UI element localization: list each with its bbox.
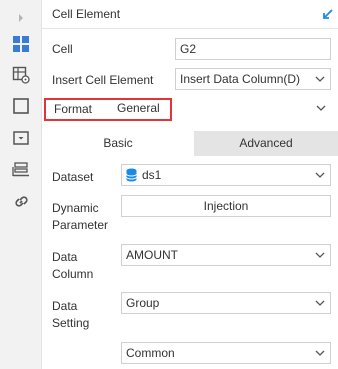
- cell-element-icon[interactable]: [11, 34, 31, 54]
- expand-arrow-icon[interactable]: [11, 8, 31, 28]
- panel-title: Cell Element: [52, 7, 121, 21]
- format-highlight-box: [44, 98, 172, 121]
- chevron-down-icon: [315, 252, 325, 258]
- tab-basic[interactable]: Basic: [42, 131, 194, 156]
- chevron-down-icon: [315, 350, 325, 356]
- cell-attribute-icon[interactable]: [11, 65, 31, 85]
- dataset-select[interactable]: ds1: [121, 164, 331, 186]
- insert-cell-element-label: Insert Cell Element: [52, 73, 154, 87]
- data-setting-select[interactable]: Group: [121, 292, 331, 314]
- popup-icon[interactable]: [11, 128, 31, 148]
- report-list-icon[interactable]: [11, 160, 31, 180]
- data-column-select[interactable]: AMOUNT: [121, 244, 331, 266]
- common-value: Common: [126, 346, 175, 360]
- settings-tabs: Basic Advanced: [42, 131, 338, 156]
- tab-advanced[interactable]: Advanced: [194, 131, 338, 156]
- dataset-label: Dataset: [52, 170, 94, 184]
- data-column-value: AMOUNT: [126, 248, 178, 262]
- widget-icon[interactable]: [11, 96, 31, 116]
- insert-cell-element-select[interactable]: Insert Data Column(D): [175, 68, 331, 90]
- database-icon: [126, 168, 137, 182]
- cell-input[interactable]: G2: [175, 38, 331, 60]
- insert-cell-element-value: Insert Data Column(D): [180, 72, 301, 86]
- data-setting-value: Group: [126, 296, 160, 310]
- cell-label: Cell: [52, 42, 73, 56]
- left-icon-rail: [0, 0, 42, 369]
- data-setting-label-line2: Setting: [52, 316, 90, 330]
- panel-header: Cell Element: [42, 0, 338, 29]
- collapse-icon[interactable]: [322, 8, 334, 20]
- link-icon[interactable]: [11, 192, 31, 212]
- chevron-down-icon: [315, 172, 325, 178]
- dataset-value: ds1: [142, 168, 162, 182]
- cell-element-panel: Cell Element Cell G2 Insert Cell Element…: [42, 0, 338, 369]
- chevron-down-icon: [315, 76, 325, 82]
- chevron-down-icon: [316, 105, 326, 111]
- common-select[interactable]: Common: [121, 342, 331, 364]
- chevron-down-icon: [315, 300, 325, 306]
- dynamic-parameter-label-line2: Parameter: [52, 218, 109, 232]
- injection-button[interactable]: Injection: [121, 195, 331, 217]
- data-column-label-line2: Column: [52, 267, 94, 281]
